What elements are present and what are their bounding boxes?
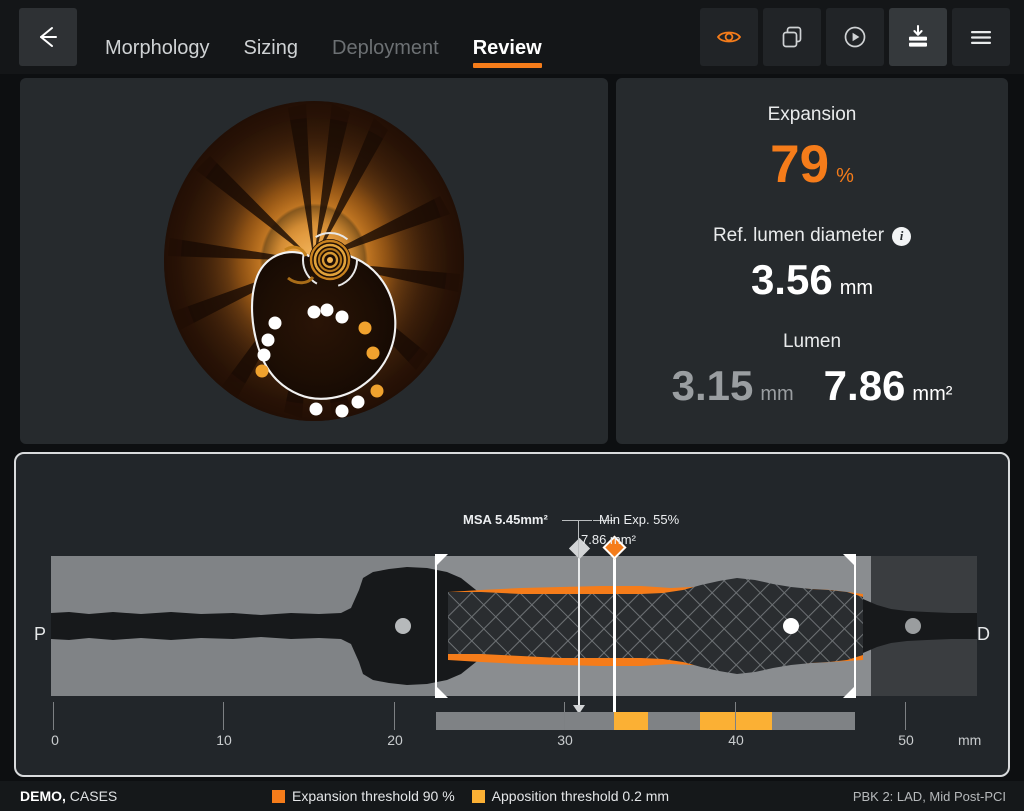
lumen-values-row: 3.15 mm 7.86 mm² [672, 365, 953, 407]
expansion-value-row: 79 % [770, 138, 854, 191]
copy-layers-icon [782, 26, 802, 48]
case-folder: CASES [65, 788, 118, 804]
toolbar [695, 8, 1010, 66]
ruler-label: 30 [557, 732, 573, 748]
ruler-tick [564, 702, 565, 730]
ruler-unit-label: mm [958, 732, 982, 748]
tab-underline [472, 63, 542, 68]
ruler-label: 0 [51, 732, 59, 748]
visibility-button[interactable] [700, 8, 758, 66]
ruler-tick [53, 702, 54, 730]
apposition-threshold-label: Apposition threshold 0.2 mm [491, 788, 670, 804]
lumen-area-unit: mm² [912, 383, 953, 405]
menu-button[interactable] [952, 8, 1010, 66]
tab-sizing-label: Sizing [243, 37, 298, 59]
oct-cross-section-panel[interactable]: F: 330 1 mm [20, 78, 608, 444]
oct-image [164, 101, 464, 421]
tab-sizing[interactable]: Sizing [244, 14, 298, 66]
info-icon[interactable]: i [892, 226, 912, 246]
lumen-area-cell: 7.86 mm² [824, 365, 953, 407]
expansion-threshold-label: Expansion threshold 90 % [292, 788, 455, 804]
lumen-diameter-cell: 3.15 mm [672, 365, 794, 407]
tab-morphology-label: Morphology [105, 37, 210, 59]
status-bar: DEMO, CASES Expansion threshold 90 % App… [0, 781, 1024, 811]
play-circle-icon [844, 26, 866, 48]
oct-review-screen: Morphology Sizing Deployment Review Expa… [0, 0, 1024, 811]
tab-review-label: Review [472, 37, 542, 59]
lumen-label: Lumen [782, 331, 842, 352]
export-button[interactable] [889, 8, 947, 66]
eye-icon [716, 31, 742, 43]
top-navigation-bar: Morphology Sizing Deployment Review [0, 0, 1024, 74]
threshold-legend: Expansion threshold 90 % Apposition thre… [272, 788, 669, 804]
compare-button[interactable] [763, 8, 821, 66]
tab-morphology[interactable]: Morphology [105, 14, 210, 66]
back-button[interactable] [19, 8, 77, 66]
ruler-tick [735, 702, 736, 730]
ruler-label: 20 [387, 732, 403, 748]
arrow-left-icon [40, 27, 57, 47]
lumen-area-value: 7.86 [823, 362, 906, 409]
ruler-tick [394, 702, 395, 730]
pullback-info: PBK 2: LAD, Mid Post-PCI [852, 788, 1006, 804]
ref-lumen-diameter-value: 3.56 [750, 256, 833, 303]
ref-lumen-diameter-row: Ref. lumen diameter i [712, 225, 912, 247]
ruler-label: 10 [216, 732, 232, 748]
export-download-icon [909, 25, 927, 47]
ruler-label: 40 [728, 732, 744, 748]
ref-lumen-diameter-value-row: 3.56 mm [751, 259, 873, 301]
ruler-tick [223, 702, 224, 730]
lumen-diameter-value: 3.15 [671, 362, 754, 409]
tab-review[interactable]: Review [472, 14, 542, 68]
longitudinal-view-panel[interactable]: P D MSA 5.45mm² Min Exp. 55% 7.86 mm² 0 … [14, 452, 1010, 777]
case-info: DEMO, CASES [20, 788, 117, 804]
tab-deployment[interactable]: Deployment [332, 14, 439, 66]
distance-ruler: 0 10 20 30 40 50 mm [16, 454, 1008, 775]
workflow-tabs: Morphology Sizing Deployment Review [105, 8, 576, 68]
ref-lumen-diameter-label: Ref. lumen diameter [712, 225, 885, 246]
hamburger-menu-icon [971, 31, 991, 44]
expansion-value: 79 [770, 135, 830, 194]
ref-lumen-diameter-unit: mm [839, 277, 874, 299]
expansion-threshold-swatch [272, 789, 285, 803]
ruler-tick [905, 702, 906, 730]
lumen-diameter-unit: mm [760, 383, 794, 405]
case-name: DEMO, [20, 788, 66, 804]
measurements-panel: Expansion 79 % Ref. lumen diameter i 3.5… [616, 78, 1008, 444]
longitudinal-view-inner: P D MSA 5.45mm² Min Exp. 55% 7.86 mm² 0 … [16, 454, 1008, 775]
expansion-label: Expansion [767, 104, 857, 125]
apposition-threshold-swatch [471, 789, 485, 803]
expansion-unit: % [836, 165, 854, 187]
play-button[interactable] [826, 8, 884, 66]
ruler-label: 50 [898, 732, 914, 748]
tab-deployment-label: Deployment [332, 37, 439, 59]
